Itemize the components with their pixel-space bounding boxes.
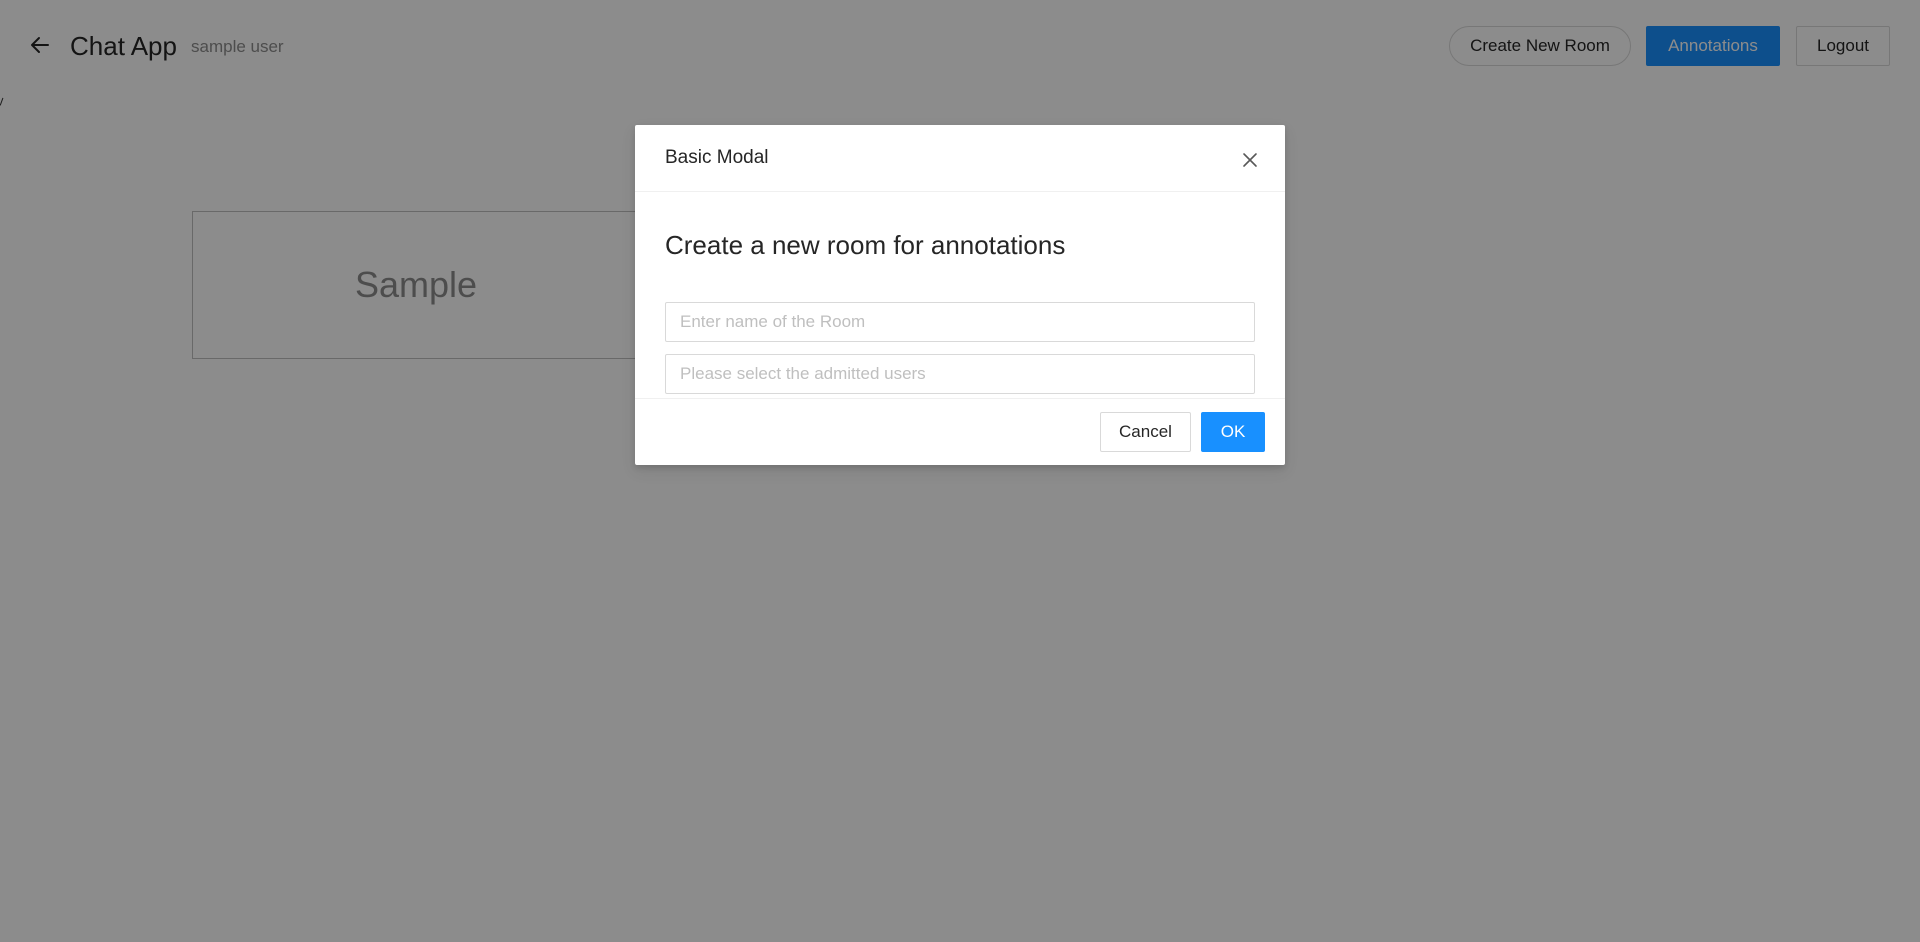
- room-name-input[interactable]: [665, 302, 1255, 342]
- modal-footer: Cancel OK: [635, 398, 1285, 465]
- modal-title: Basic Modal: [665, 147, 769, 168]
- create-room-modal: Basic Modal Create a new room for annota…: [635, 125, 1285, 465]
- modal-heading: Create a new room for annotations: [665, 230, 1066, 260]
- page: Chat App sample user Create New Room Ann…: [0, 0, 1920, 942]
- admitted-users-select[interactable]: Please select the admitted users: [665, 354, 1255, 394]
- cancel-button[interactable]: Cancel: [1100, 412, 1191, 452]
- admitted-users-placeholder: Please select the admitted users: [680, 364, 926, 383]
- close-icon[interactable]: [1239, 149, 1261, 171]
- ok-button[interactable]: OK: [1201, 412, 1265, 452]
- modal-header: Basic Modal: [635, 125, 1285, 192]
